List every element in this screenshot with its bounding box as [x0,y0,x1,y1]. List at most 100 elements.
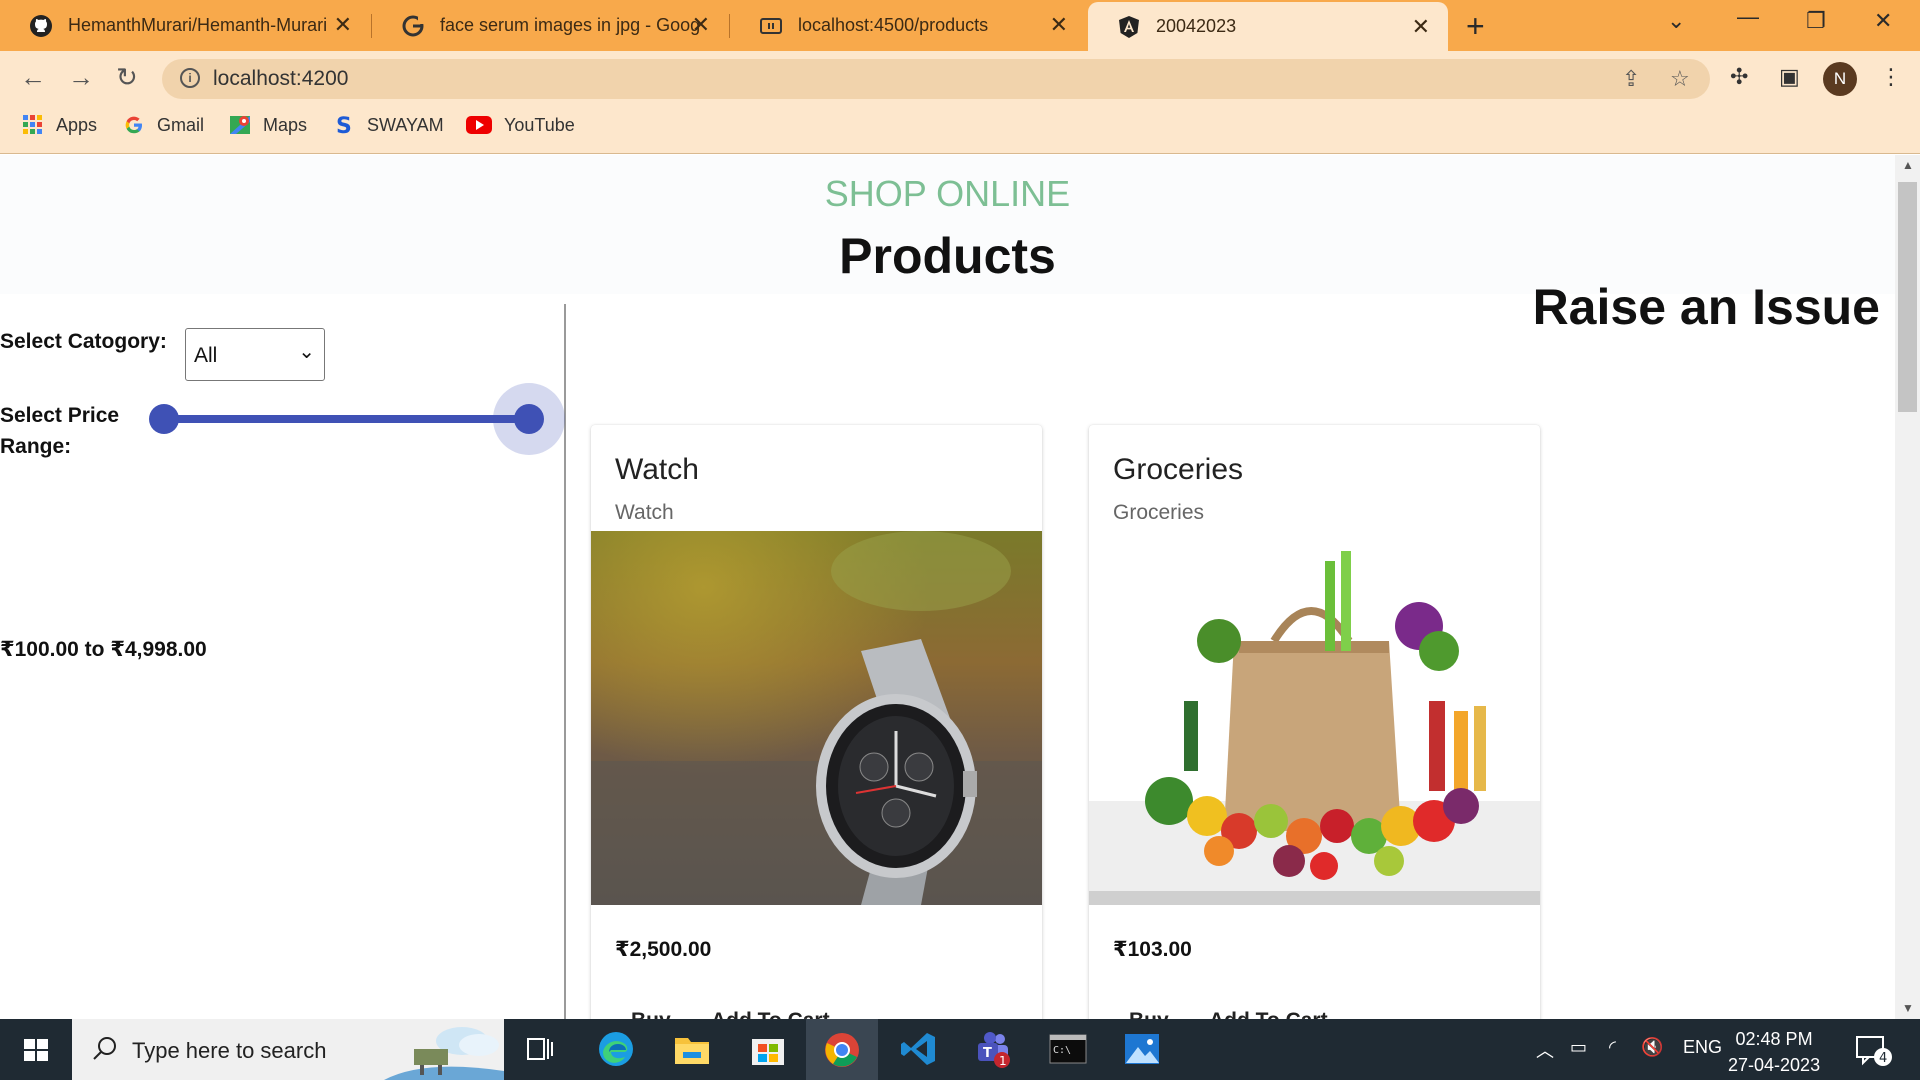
forward-button[interactable]: → [68,62,94,93]
scrollbar-thumb[interactable] [1898,182,1917,412]
scroll-down-arrow-icon[interactable]: ▼ [1902,1001,1914,1015]
volume-muted-icon[interactable]: 🔇 [1641,1037,1663,1058]
buy-button[interactable]: Buy [631,1009,671,1019]
address-url: localhost:4200 [213,67,349,90]
task-view-icon[interactable] [520,1029,560,1069]
bookmark-gmail[interactable]: Gmail [123,114,204,136]
language-indicator[interactable]: ENG [1683,1037,1722,1058]
address-bar[interactable]: i localhost:4200 ⇪ ☆ [162,59,1710,99]
tab-strip: HemanthMurari/Hemanth-Murari ✕ face seru… [0,0,1920,51]
apps-grid-icon [22,114,44,136]
clock-time: 02:48 PM [1735,1029,1813,1049]
bookmark-apps[interactable]: Apps [22,114,97,136]
bookmark-swayam[interactable]: S SWAYAM [333,114,444,136]
category-select[interactable]: All ⌄ [185,328,325,381]
raise-issue-link[interactable]: Raise an Issue [1533,278,1880,336]
price-range-slider[interactable] [164,415,529,423]
menu-kebab-icon[interactable]: ⋮ [1880,64,1902,90]
battery-icon[interactable]: ▭ [1570,1037,1587,1058]
bookmark-label: Maps [263,114,308,135]
close-icon[interactable]: ✕ [1412,15,1430,39]
page-icon [758,13,784,39]
tab-google[interactable]: face serum images in jpg - Google ✕ [372,0,728,51]
reload-button[interactable]: ↻ [116,62,138,93]
scroll-up-arrow-icon[interactable]: ▲ [1902,158,1914,172]
bookmark-label: Apps [56,114,98,135]
groceries-image [1089,531,1540,905]
product-subtitle: Groceries [1113,501,1205,524]
tab-github[interactable]: HemanthMurari/Hemanth-Murari ✕ [0,0,370,51]
bookmark-maps[interactable]: Maps [229,114,307,136]
filter-panel: Select Catogory: All ⌄ Select Price Rang… [0,304,566,1019]
svg-text:S: S [336,114,352,136]
minimize-button[interactable]: — [1737,4,1759,30]
taskbar-search-input[interactable]: Type here to search [72,1019,504,1080]
watch-image [591,531,1042,905]
product-card: Groceries Groceries ₹103.00 [1089,425,1540,1019]
search-icon [93,1037,116,1060]
search-placeholder: Type here to search [132,1038,327,1063]
tab-title: HemanthMurari/Hemanth-Murari [68,15,328,35]
swayam-icon: S [333,114,355,136]
angular-icon [1116,14,1142,40]
slider-thumb-min[interactable] [149,404,179,434]
edge-icon[interactable] [596,1029,636,1069]
add-to-cart-button[interactable]: Add To Cart [711,1009,830,1019]
tab-title: face serum images in jpg - Google [440,15,700,35]
extensions-icon[interactable]: ✣ [1730,64,1748,90]
page-title: Products [839,228,1056,284]
close-icon[interactable]: ✕ [334,13,352,37]
category-label: Select Catogory: [0,330,167,353]
tray-chevron-up-icon[interactable]: ︿ [1536,1037,1554,1063]
github-icon [28,13,54,39]
new-tab-button[interactable]: + [1466,8,1485,45]
system-clock[interactable]: 02:48 PM 27-04-2023 [1728,1026,1820,1078]
terminal-icon[interactable]: C:\ [1048,1029,1088,1069]
bookmark-star-icon[interactable]: ☆ [1670,66,1690,92]
google-icon [123,114,145,136]
buy-button[interactable]: Buy [1129,1009,1169,1019]
tab-products[interactable]: localhost:4500/products ✕ [730,0,1086,51]
close-window-button[interactable]: ✕ [1874,8,1892,34]
notifications-icon[interactable]: 4 [1855,1033,1895,1074]
google-icon [400,13,426,39]
notification-count: 4 [1879,1051,1887,1066]
product-card: Watch Watch ₹2,500.00 [591,425,1042,1019]
tab-search-chevron-icon[interactable]: ⌄ [1667,8,1685,34]
price-label-line-2: Range: [0,435,72,458]
product-subtitle: Watch [615,501,674,524]
slider-thumb-max[interactable] [514,404,544,434]
svg-text:T: T [983,1046,992,1061]
add-to-cart-button[interactable]: Add To Cart [1209,1009,1328,1019]
wifi-icon[interactable]: ◜ [1609,1037,1616,1058]
bookmark-label: Gmail [157,114,205,135]
back-button[interactable]: ← [20,62,46,93]
tab-active[interactable]: 20042023 ✕ [1088,2,1448,51]
close-icon[interactable]: ✕ [692,13,710,37]
tab-title: 20042023 [1156,16,1237,36]
start-button[interactable] [0,1019,72,1080]
product-price: ₹103.00 [1113,938,1192,961]
windows-logo-icon [24,1039,48,1061]
maps-pin-icon [229,114,251,136]
share-icon[interactable]: ⇪ [1622,66,1640,92]
restore-button[interactable]: ❐ [1806,8,1826,34]
microsoft-store-icon[interactable] [748,1029,788,1069]
price-label-line-1: Select Price [0,404,120,427]
photos-icon[interactable] [1122,1029,1162,1069]
page-scrollbar[interactable]: ▲ ▼ [1895,155,1920,1019]
category-selected-value: All [194,344,218,367]
teams-badge-count: 1 [999,1054,1007,1068]
close-icon[interactable]: ✕ [1050,13,1068,37]
avatar[interactable]: N [1823,62,1857,96]
tab-title: localhost:4500/products [798,15,989,35]
info-icon[interactable]: i [180,68,200,88]
teams-icon[interactable]: T1 [972,1029,1012,1069]
vscode-icon[interactable] [898,1029,938,1069]
side-panel-icon[interactable]: ▣ [1779,64,1800,90]
chevron-down-icon: ⌄ [298,341,315,363]
file-explorer-icon[interactable] [672,1029,712,1069]
bookmark-youtube[interactable]: YouTube [466,114,575,136]
chrome-icon[interactable] [806,1019,878,1080]
clock-date: 27-04-2023 [1728,1055,1821,1075]
